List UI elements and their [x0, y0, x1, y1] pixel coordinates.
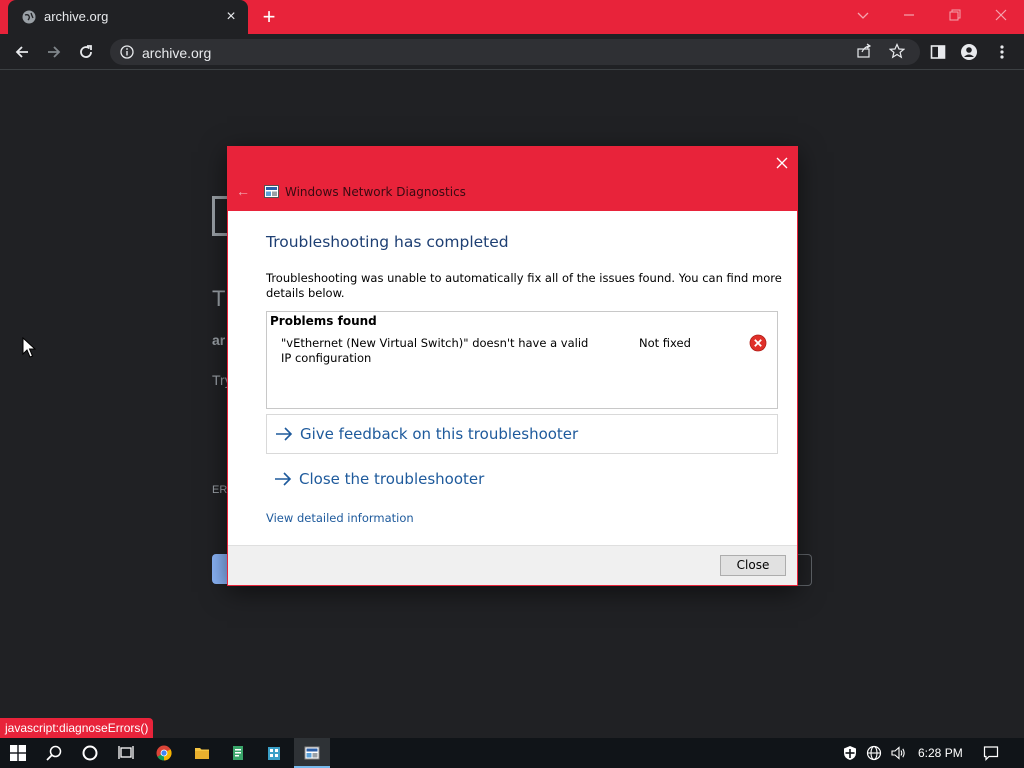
taskbar-app-green[interactable]: [220, 738, 256, 768]
volume-icon[interactable]: [890, 745, 906, 761]
error-domain-fragment: ar: [212, 332, 226, 348]
folder-icon: [195, 748, 209, 759]
search-button[interactable]: [36, 738, 72, 768]
search-icon: [46, 745, 62, 761]
windows-taskbar: 6:28 PM: [0, 738, 1024, 768]
close-troubleshooter-link[interactable]: Close the troubleshooter: [266, 460, 778, 500]
network-diagnostics-app-icon: [264, 185, 279, 198]
error-circle-icon: [749, 334, 767, 352]
info-icon[interactable]: [120, 45, 134, 59]
close-icon[interactable]: [772, 153, 792, 173]
building-icon: [268, 747, 280, 760]
dialog-footer: Close: [228, 545, 797, 585]
task-view-icon: [118, 746, 134, 759]
menu-button[interactable]: [988, 38, 1016, 66]
new-tab-button[interactable]: +: [258, 6, 280, 28]
problems-list: Problems found "vEthernet (New Virtual S…: [266, 311, 778, 409]
globe-icon: [22, 10, 36, 24]
minimize-icon: [904, 14, 914, 16]
arrow-right-icon: [48, 46, 61, 58]
address-bar[interactable]: archive.org: [110, 39, 920, 65]
network-diagnostics-dialog: ← Windows Network Diagnostics Troublesho…: [227, 146, 798, 586]
arrow-right-icon: [276, 427, 293, 441]
document-app-icon: [233, 746, 243, 760]
kebab-menu-icon: [1000, 45, 1004, 59]
view-detailed-information-link[interactable]: View detailed information: [266, 511, 414, 525]
network-globe-icon[interactable]: [866, 745, 882, 761]
windows-logo-icon: [10, 745, 26, 761]
address-text: archive.org: [142, 45, 212, 61]
restore-button[interactable]: [932, 0, 978, 30]
shield-icon[interactable]: [842, 745, 858, 761]
avatar-icon: [961, 44, 977, 60]
star-icon: [888, 43, 906, 59]
back-button[interactable]: [8, 38, 36, 66]
network-diagnostics-app-icon: [304, 746, 320, 760]
task-view-button[interactable]: [108, 738, 144, 768]
restore-icon: [949, 9, 961, 21]
dialog-title: Windows Network Diagnostics: [285, 185, 466, 199]
start-button[interactable]: [0, 738, 36, 768]
chrome-icon: [156, 745, 172, 761]
feedback-link-label: Give feedback on this troubleshooter: [300, 425, 579, 443]
feedback-link[interactable]: Give feedback on this troubleshooter: [266, 414, 778, 454]
tab-strip: archive.org × +: [0, 0, 1024, 34]
taskbar-clock[interactable]: 6:28 PM: [918, 746, 963, 760]
error-title-fragment: T: [212, 286, 226, 311]
taskbar-file-explorer[interactable]: [184, 738, 220, 768]
taskbar-chrome[interactable]: [146, 738, 182, 768]
tab-search-button[interactable]: [840, 0, 886, 30]
taskbar-app-building[interactable]: [256, 738, 292, 768]
close-button[interactable]: Close: [720, 555, 786, 576]
minimize-button[interactable]: [886, 0, 932, 30]
reload-button[interactable]: [72, 38, 100, 66]
close-troubleshooter-label: Close the troubleshooter: [299, 470, 485, 488]
problems-header: Problems found: [270, 314, 377, 328]
share-button[interactable]: [856, 43, 874, 61]
arrow-left-icon: [15, 46, 28, 58]
problem-description: "vEthernet (New Virtual Switch)" doesn't…: [281, 336, 589, 365]
taskbar-network-diagnostics[interactable]: [294, 738, 330, 768]
link-status-bubble: javascript:diagnoseErrors(): [0, 718, 154, 738]
cortana-button[interactable]: [72, 738, 108, 768]
dialog-heading: Troubleshooting has completed: [266, 233, 509, 251]
tab-title: archive.org: [44, 9, 109, 24]
problem-status: Not fixed: [639, 336, 691, 350]
side-panel-button[interactable]: [924, 38, 952, 66]
bookmark-button[interactable]: [888, 43, 907, 61]
back-arrow-icon[interactable]: ←: [236, 183, 250, 199]
dialog-description: Troubleshooting was unable to automatica…: [266, 271, 782, 300]
browser-toolbar: archive.org: [0, 34, 1024, 70]
window-close-button[interactable]: [978, 0, 1024, 30]
side-panel-icon: [930, 45, 946, 59]
notifications-icon[interactable]: [983, 745, 999, 761]
share-icon: [857, 43, 872, 58]
mouse-pointer-icon: [22, 337, 36, 358]
cortana-circle-icon: [82, 745, 98, 761]
arrow-right-icon: [275, 472, 292, 486]
browser-tab[interactable]: archive.org ×: [8, 0, 248, 34]
profile-button[interactable]: [955, 38, 983, 66]
reload-icon: [80, 45, 92, 58]
forward-button[interactable]: [40, 38, 68, 66]
tab-close-icon[interactable]: ×: [222, 8, 240, 26]
dialog-header: ← Windows Network Diagnostics: [228, 147, 797, 211]
close-icon: [995, 9, 1007, 21]
error-page-icon: [212, 196, 228, 236]
chevron-down-icon: [857, 12, 869, 19]
